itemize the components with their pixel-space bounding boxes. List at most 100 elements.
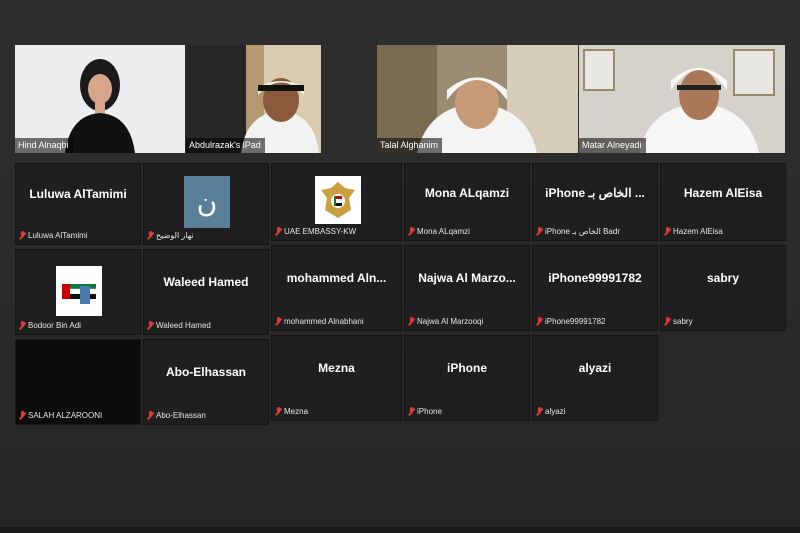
microphone-muted-icon (275, 316, 282, 326)
participant-display-name: alyazi (578, 360, 612, 375)
participant-video (186, 45, 321, 153)
participant-display-name: Hazem AlEisa (683, 185, 763, 200)
microphone-muted-icon (275, 226, 282, 236)
video-tile-talal[interactable]: Talal Alghanim (377, 45, 578, 153)
participant-display-name: mohammed Aln... (286, 270, 387, 285)
participant-name: Hazem AlEisa (673, 226, 723, 236)
participant-name: نهار الوضيح (156, 230, 194, 240)
participant-footer: sabry (664, 315, 693, 327)
participant-tile[interactable]: iPhone99991782 iPhone99991782 (532, 245, 658, 331)
participant-footer: Luluwa AlTamimi (19, 229, 88, 241)
participant-display-name: sabry (706, 270, 740, 285)
microphone-muted-icon (408, 316, 415, 326)
participant-display-name: Najwa Al Marzo... (418, 270, 516, 285)
participant-footer: Abo-Elhassan (147, 409, 206, 421)
participant-footer: Hazem AlEisa (664, 225, 723, 237)
participant-tile[interactable]: Luluwa AlTamimi Luluwa AlTamimi (15, 163, 141, 245)
video-tile-matar[interactable]: Matar Alneyadi (579, 45, 785, 153)
participant-tile[interactable]: Hazem AlEisa Hazem AlEisa (660, 163, 786, 241)
participant-name: mohammed Alnabhani (284, 316, 364, 326)
participant-display-name: Mezna (318, 360, 355, 375)
participant-name: Abdulrazak's iPad (186, 138, 265, 153)
microphone-muted-icon (664, 226, 671, 236)
participant-tile[interactable]: ن نهار الوضيح (143, 163, 269, 245)
participant-name: Najwa Al Marzooqi (417, 316, 484, 326)
participant-tile[interactable]: iPhone الخاص بـ ... iPhone الخاص بـ Badr (532, 163, 658, 241)
participant-display-name: Luluwa AlTamimi (29, 187, 127, 202)
participant-footer: Najwa Al Marzooqi (408, 315, 483, 327)
avatar: ن (184, 176, 230, 228)
participant-video (579, 45, 785, 153)
microphone-muted-icon (536, 406, 543, 416)
microphone-muted-icon (147, 320, 154, 330)
participant-name: Bodoor Bin Adi (28, 320, 81, 330)
video-tile-hind[interactable]: Hind Alnaqbi (15, 45, 185, 153)
participant-footer: نهار الوضيح (147, 229, 194, 241)
participant-display-name: Waleed Hamed (163, 274, 249, 289)
participant-tile[interactable]: Bodoor Bin Adi (15, 249, 141, 335)
participant-display-name: iPhone99991782 (548, 270, 642, 285)
participant-name: Talal Alghanim (377, 138, 443, 153)
participant-tile[interactable]: mohammed Aln... mohammed Alnabhani (271, 245, 402, 331)
participant-name: Mona ALqamzi (417, 226, 470, 236)
participant-name: Waleed Hamed (156, 320, 211, 330)
participant-footer: Bodoor Bin Adi (19, 319, 81, 331)
avatar (56, 266, 102, 316)
participant-display-name: iPhone (446, 360, 487, 375)
microphone-muted-icon (147, 230, 154, 240)
participant-name: Luluwa AlTamimi (28, 230, 88, 240)
participant-name: iPhone (417, 406, 442, 416)
participant-display-name: iPhone الخاص بـ ... (545, 185, 645, 200)
microphone-muted-icon (275, 406, 282, 416)
uae-emblem-avatar (315, 176, 361, 224)
participant-footer: Mona ALqamzi (408, 225, 470, 237)
microphone-muted-icon (147, 410, 154, 420)
microphone-muted-icon (536, 316, 543, 326)
participant-footer: iPhone (408, 405, 442, 417)
participant-footer: iPhone99991782 (536, 315, 606, 327)
microphone-muted-icon (408, 406, 415, 416)
participant-name: SALAH ALZAROONI (28, 410, 103, 420)
microphone-muted-icon (536, 226, 543, 236)
participant-name: sabry (673, 316, 693, 326)
participant-name: Matar Alneyadi (579, 138, 646, 153)
participant-name: UAE EMBASSY-KW (284, 226, 357, 236)
participant-display-name: Abo-Elhassan (165, 364, 246, 379)
microphone-muted-icon (19, 320, 26, 330)
microphone-muted-icon (19, 410, 26, 420)
participant-name: Hind Alnaqbi (15, 138, 73, 153)
participant-video (15, 45, 185, 153)
microphone-muted-icon (408, 226, 415, 236)
participant-tile[interactable]: alyazi alyazi (532, 335, 658, 421)
falcon-emblem-icon (315, 176, 361, 224)
flag-photo-icon (56, 266, 102, 316)
participant-footer: iPhone الخاص بـ Badr (536, 225, 620, 237)
microphone-muted-icon (19, 230, 26, 240)
participant-footer: Mezna (275, 405, 308, 417)
participant-name: Abo-Elhassan (156, 410, 206, 420)
microphone-muted-icon (664, 316, 671, 326)
participant-display-name: Mona ALqamzi (424, 185, 510, 200)
participant-footer: alyazi (536, 405, 565, 417)
video-tile-abdulrazak[interactable]: Abdulrazak's iPad (186, 45, 321, 153)
participant-footer: UAE EMBASSY-KW (275, 225, 356, 237)
participant-tile[interactable]: SALAH ALZAROONI (15, 339, 141, 425)
participant-tile[interactable]: Mezna Mezna (271, 335, 402, 421)
participant-name: Mezna (284, 406, 309, 416)
meeting-gallery: Hind Alnaqbi Abdulrazak's iPad Talal Alg… (0, 0, 800, 533)
participant-name: alyazi (545, 406, 566, 416)
participant-tile[interactable]: Waleed Hamed Waleed Hamed (143, 249, 269, 335)
participant-tile[interactable]: sabry sabry (660, 245, 786, 331)
participant-name: iPhone الخاص بـ Badr (545, 226, 620, 236)
participant-tile[interactable]: Mona ALqamzi Mona ALqamzi (404, 163, 530, 241)
avatar-letter: ن (196, 185, 218, 219)
participant-tile[interactable]: Najwa Al Marzo... Najwa Al Marzooqi (404, 245, 530, 331)
participant-tile[interactable]: iPhone iPhone (404, 335, 530, 421)
bottom-edge (0, 527, 800, 533)
participant-tile[interactable]: UAE EMBASSY-KW (271, 163, 402, 241)
participant-tile[interactable]: Abo-Elhassan Abo-Elhassan (143, 339, 269, 425)
participant-video (377, 45, 578, 153)
participant-footer: mohammed Alnabhani (275, 315, 364, 327)
participant-footer: Waleed Hamed (147, 319, 211, 331)
participant-name: iPhone99991782 (545, 316, 606, 326)
